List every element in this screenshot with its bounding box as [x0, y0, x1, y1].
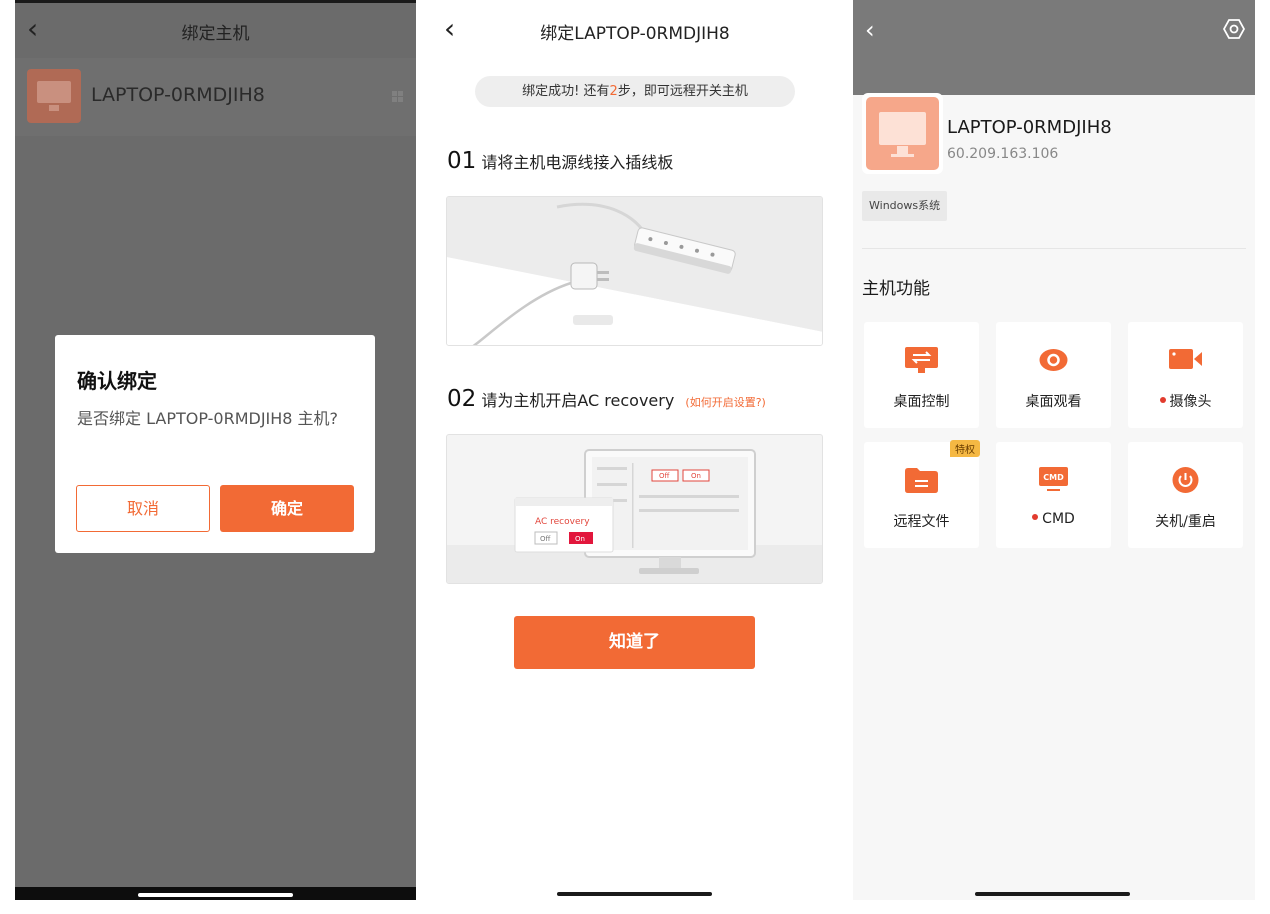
step-1-heading: 01 请将主机电源线接入插线板: [447, 148, 673, 174]
host-name: LAPTOP-0RMDJIH8: [947, 117, 1112, 138]
power-strip-illustration: [446, 196, 823, 346]
dialog-off-label: Off: [540, 535, 551, 543]
feature-label-text: 摄像头: [1169, 394, 1212, 410]
header: ‹ 绑定主机: [15, 3, 416, 57]
power-icon: [1172, 467, 1199, 493]
home-indicator[interactable]: [975, 892, 1130, 896]
feature-remote-files[interactable]: 特权 远程文件: [864, 440, 980, 548]
bind-steps-screen: ‹ 绑定LAPTOP-0RMDJIH8 绑定成功! 还有2步，即可远程开关主机 …: [430, 0, 840, 900]
feature-label-text: CMD: [1042, 511, 1075, 527]
step-text: 请将主机电源线接入插线板: [481, 153, 674, 172]
status-dot: [1159, 397, 1166, 403]
feature-label: 关机/重启: [1128, 511, 1243, 531]
home-indicator[interactable]: [138, 893, 293, 897]
feature-label-text: 关机/重启: [1155, 514, 1216, 530]
folder-icon: [905, 468, 938, 493]
cancel-button[interactable]: 取消: [76, 485, 210, 532]
feature-label: 远程文件: [864, 511, 979, 531]
ac-recovery-label: AC recovery: [535, 517, 590, 527]
host-name: LAPTOP-0RMDJIH8: [91, 84, 265, 106]
feature-power[interactable]: 关机/重启: [1128, 442, 1243, 548]
feature-label: CMD: [996, 511, 1111, 527]
banner-suffix: 步，即可远程开关主机: [617, 84, 748, 99]
confirm-bind-dialog: 确认绑定 是否绑定 LAPTOP-0RMDJIH8 主机? 取消 确定: [55, 335, 375, 553]
got-it-button[interactable]: 知道了: [514, 616, 755, 669]
page-title: 绑定LAPTOP-0RMDJIH8: [540, 24, 730, 44]
success-banner: 绑定成功! 还有2步，即可远程开关主机: [475, 76, 795, 107]
banner-prefix: 绑定成功! 还有: [522, 84, 610, 99]
host-list-item[interactable]: LAPTOP-0RMDJIH8: [15, 58, 416, 136]
monitor-on-label: On: [691, 472, 701, 480]
feature-label: 桌面观看: [996, 391, 1111, 411]
feature-label: 桌面控制: [864, 391, 979, 411]
monitor-icon: [27, 69, 81, 123]
feature-label: 摄像头: [1128, 391, 1243, 411]
windows-icon: [392, 91, 404, 103]
feature-desktop-control[interactable]: 桌面控制: [864, 322, 979, 428]
back-icon[interactable]: ‹: [865, 16, 875, 44]
divider: [862, 248, 1246, 249]
settings-icon[interactable]: [1223, 18, 1245, 40]
os-tag: Windows系统: [862, 191, 948, 221]
step-text: 请为主机开启AC recovery: [481, 391, 675, 410]
camera-icon: [1169, 349, 1202, 369]
host-ip: 60.209.163.106: [947, 146, 1059, 162]
feature-desktop-view[interactable]: 桌面观看: [996, 322, 1111, 428]
dialog-on-label: On: [575, 535, 585, 543]
feature-cmd[interactable]: CMD CMD: [996, 442, 1111, 548]
feature-label-text: 桌面控制: [893, 394, 950, 410]
feature-label-text: 远程文件: [893, 514, 950, 530]
banner-steps-count: 2: [609, 84, 618, 99]
monitor-off-label: Off: [659, 472, 670, 480]
cmd-icon: CMD: [1039, 467, 1068, 491]
eye-icon: [1039, 349, 1068, 371]
home-indicator[interactable]: [557, 892, 712, 896]
section-title: 主机功能: [862, 279, 930, 299]
svg-text:CMD: CMD: [1043, 473, 1064, 482]
monitor-icon: [862, 93, 943, 174]
status-dot: [1032, 514, 1039, 520]
step-number: 02: [447, 386, 477, 412]
host-detail-screen: ‹ LAPTOP-0RMDJIH8 60.209.163.106 Windows…: [853, 0, 1255, 900]
confirm-button[interactable]: 确定: [220, 485, 354, 532]
feature-camera[interactable]: 摄像头: [1128, 322, 1243, 428]
step-2-heading: 02 请为主机开启AC recovery (如何开启设置?): [447, 386, 766, 412]
privilege-badge: 特权: [950, 440, 980, 457]
desktop-control-icon: [905, 347, 938, 373]
ac-recovery-illustration: Off On AC recovery Off On: [446, 434, 823, 584]
bind-host-screen: ‹ 绑定主机 LAPTOP-0RMDJIH8 确认绑定 是否绑定 LAPTOP-…: [15, 0, 416, 900]
dialog-message: 是否绑定 LAPTOP-0RMDJIH8 主机?: [77, 409, 339, 428]
feature-label-text: 桌面观看: [1025, 394, 1082, 410]
host-info-card: LAPTOP-0RMDJIH8 60.209.163.106 Windows系统: [853, 93, 1255, 245]
how-to-setup-link[interactable]: (如何开启设置?): [685, 396, 765, 409]
page-title: 绑定主机: [181, 24, 250, 44]
dialog-title: 确认绑定: [77, 369, 157, 393]
step-number: 01: [447, 148, 477, 174]
